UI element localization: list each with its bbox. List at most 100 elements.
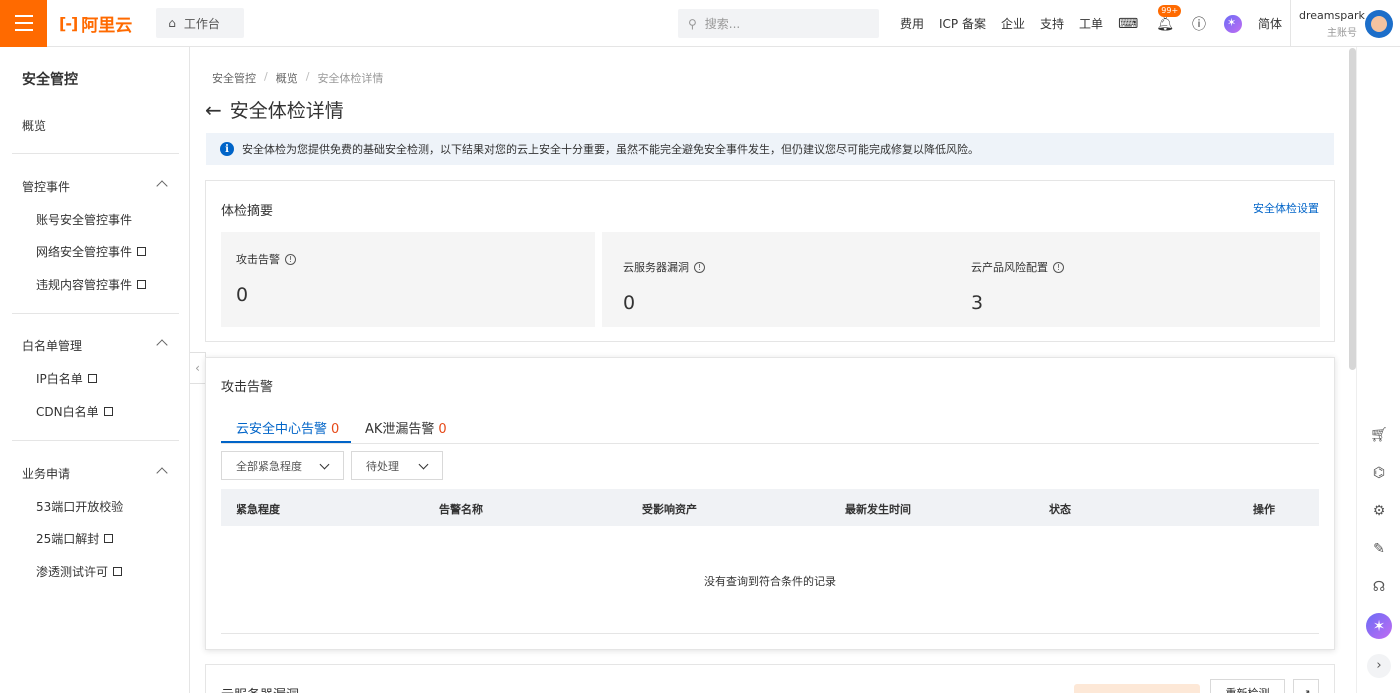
- help-icon[interactable]: ⓘ: [1192, 14, 1206, 34]
- edit-icon[interactable]: ✎: [1371, 541, 1387, 557]
- sidebar-item-pentest[interactable]: 渗透测试许可: [36, 563, 125, 580]
- sidebar-item-label: 违规内容管控事件: [36, 278, 133, 292]
- stat-label: 云产品风险配置!: [971, 259, 1064, 275]
- sidebar-divider: [12, 440, 179, 441]
- external-link-icon: [104, 532, 116, 543]
- info-circle-icon[interactable]: !: [1053, 261, 1064, 273]
- info-notice: i 安全体检为您提供免费的基础安全检测，以下结果对您的云上安全十分重要，虽然不能…: [206, 133, 1334, 165]
- headset-icon[interactable]: ☊: [1371, 579, 1387, 595]
- sidebar-collapse-button[interactable]: ‹: [190, 352, 206, 384]
- nav-billing[interactable]: 费用: [900, 15, 924, 32]
- workbench-button[interactable]: ⌂ 工作台: [156, 8, 245, 38]
- sidebar-item-port25[interactable]: 25端口解封: [36, 530, 116, 547]
- breadcrumb: 安全管控 / 概览 / 安全体检详情: [212, 70, 383, 86]
- alerts-title: 攻击告警: [221, 380, 274, 395]
- sidebar-item-label: CDN白名单: [36, 405, 99, 419]
- menu-line: [14, 29, 33, 31]
- chevron-down-icon: [418, 459, 429, 470]
- nav-icp[interactable]: ICP 备案: [939, 15, 986, 32]
- breadcrumb-current: 安全体检详情: [317, 72, 384, 85]
- stat-value: 0: [236, 284, 249, 306]
- hamburger-menu-button[interactable]: [0, 0, 47, 47]
- empty-state-text: 没有查询到符合条件的记录: [704, 575, 836, 588]
- info-circle-icon[interactable]: !: [694, 261, 705, 273]
- sidebar-item-cdn-whitelist[interactable]: CDN白名单: [36, 403, 115, 420]
- sidebar-group-whitelist[interactable]: 白名单管理: [22, 337, 82, 354]
- sidebar-divider: [12, 313, 179, 314]
- notification-badge: 99+: [1158, 4, 1182, 17]
- sidebar-item-content-events[interactable]: 违规内容管控事件: [36, 276, 149, 293]
- external-link-icon: [103, 405, 115, 416]
- cart-icon[interactable]: 🛒︎: [1370, 427, 1388, 443]
- sidebar-item-account-events[interactable]: 账号安全管控事件: [36, 211, 132, 228]
- sidebar-item-overview[interactable]: 概览: [22, 117, 46, 134]
- nav-ticket[interactable]: 工单: [1079, 15, 1103, 32]
- back-arrow-icon[interactable]: ←: [205, 98, 222, 122]
- ai-assistant-icon[interactable]: [1224, 14, 1243, 33]
- vertical-scrollbar[interactable]: [1349, 48, 1356, 370]
- alerts-table-header: 紧急程度 告警名称 受影响资产 最新发生时间 状态 操作: [221, 489, 1319, 526]
- stat-value[interactable]: 3: [971, 292, 983, 314]
- chevron-left-icon: ‹: [195, 361, 200, 375]
- sidebar-group-business[interactable]: 业务申请: [22, 465, 70, 482]
- sidebar-item-label: 账号安全管控事件: [36, 213, 133, 227]
- stat-value[interactable]: 0: [623, 292, 635, 314]
- sidebar-item-port53[interactable]: 53端口开放校验: [36, 498, 123, 515]
- workbench-label: 工作台: [183, 16, 220, 31]
- info-circle-icon[interactable]: !: [285, 253, 296, 265]
- breadcrumb-item[interactable]: 概览: [276, 70, 298, 86]
- sidebar-item-network-events[interactable]: 网络安全管控事件: [36, 243, 149, 260]
- page-title: ← 安全体检详情: [205, 96, 344, 123]
- sidebar-title: 安全管控: [22, 72, 78, 88]
- nav-support[interactable]: 支持: [1040, 15, 1064, 32]
- column-header: 告警名称: [439, 503, 483, 516]
- chevron-right-icon[interactable]: ›: [1367, 654, 1391, 678]
- ai-assistant-icon[interactable]: ✶: [1366, 613, 1392, 639]
- gear-icon[interactable]: ⚙: [1371, 503, 1387, 519]
- chevron-down-icon: [319, 459, 330, 470]
- share-button[interactable]: ↗: [1293, 679, 1319, 693]
- column-header: 最新发生时间: [845, 503, 911, 516]
- sidebar-item-label: 53端口开放校验: [36, 500, 124, 514]
- stat-label: 云服务器漏洞!: [623, 259, 705, 275]
- external-link-icon: [113, 565, 125, 576]
- language-switch[interactable]: 简体: [1258, 15, 1282, 32]
- security-check-settings-link[interactable]: 安全体检设置: [1253, 200, 1319, 216]
- stat-group-risks: 云服务器漏洞! 0 云产品风险配置! 3: [602, 232, 1320, 327]
- recheck-button[interactable]: 重新检测: [1210, 679, 1285, 693]
- chevron-up-icon[interactable]: [156, 467, 168, 479]
- menu-line: [14, 15, 33, 17]
- sidebar-item-label: IP白名单: [36, 372, 83, 386]
- sidebar-item-label: 25端口解封: [36, 532, 100, 546]
- tab-cloud-security-alerts[interactable]: 云安全中心告警 0: [236, 418, 339, 437]
- chevron-up-icon[interactable]: [156, 339, 168, 351]
- account-menu[interactable]: dreamspark 主账号: [1290, 0, 1400, 47]
- search-input[interactable]: ⚲ 搜索...: [678, 9, 879, 38]
- sidebar-item-ip-whitelist[interactable]: IP白名单: [36, 370, 99, 387]
- nav-enterprise[interactable]: 企业: [1001, 15, 1025, 32]
- code-icon[interactable]: ⌬: [1371, 465, 1387, 481]
- terminal-icon[interactable]: ⌨: [1118, 16, 1138, 32]
- tab-ak-leak-alerts[interactable]: AK泄漏告警 0: [365, 418, 447, 437]
- external-link-icon: [87, 372, 99, 383]
- tab-count: 0: [331, 422, 340, 437]
- bell-icon[interactable]: 🔔︎ 99+: [1156, 4, 1182, 32]
- column-header: 紧急程度: [236, 503, 280, 516]
- brand-logo[interactable]: [-] 阿里云: [59, 11, 132, 36]
- account-name: dreamspark: [1299, 8, 1365, 22]
- sidebar: 安全管控 概览 管控事件 账号安全管控事件 网络安全管控事件 违规内容管控事件 …: [0, 47, 190, 693]
- search-placeholder: 搜索...: [704, 17, 741, 31]
- stat-label-text: 云产品风险配置: [971, 261, 1048, 274]
- chevron-up-icon[interactable]: [156, 180, 168, 192]
- sidebar-divider: [12, 153, 179, 154]
- table-bottom-divider: [221, 633, 1319, 634]
- sidebar-group-events[interactable]: 管控事件: [22, 178, 70, 195]
- promo-tag[interactable]: [1074, 684, 1200, 693]
- vulnerability-card-title: 云服务器漏洞: [221, 684, 299, 693]
- select-value: 待处理: [366, 459, 399, 473]
- column-header: 受影响资产: [642, 503, 697, 516]
- severity-filter-select[interactable]: 全部紧急程度: [221, 451, 344, 480]
- stat-attack-alerts[interactable]: 攻击告警! 0: [221, 232, 595, 327]
- breadcrumb-item[interactable]: 安全管控: [212, 70, 256, 86]
- status-filter-select[interactable]: 待处理: [351, 451, 443, 480]
